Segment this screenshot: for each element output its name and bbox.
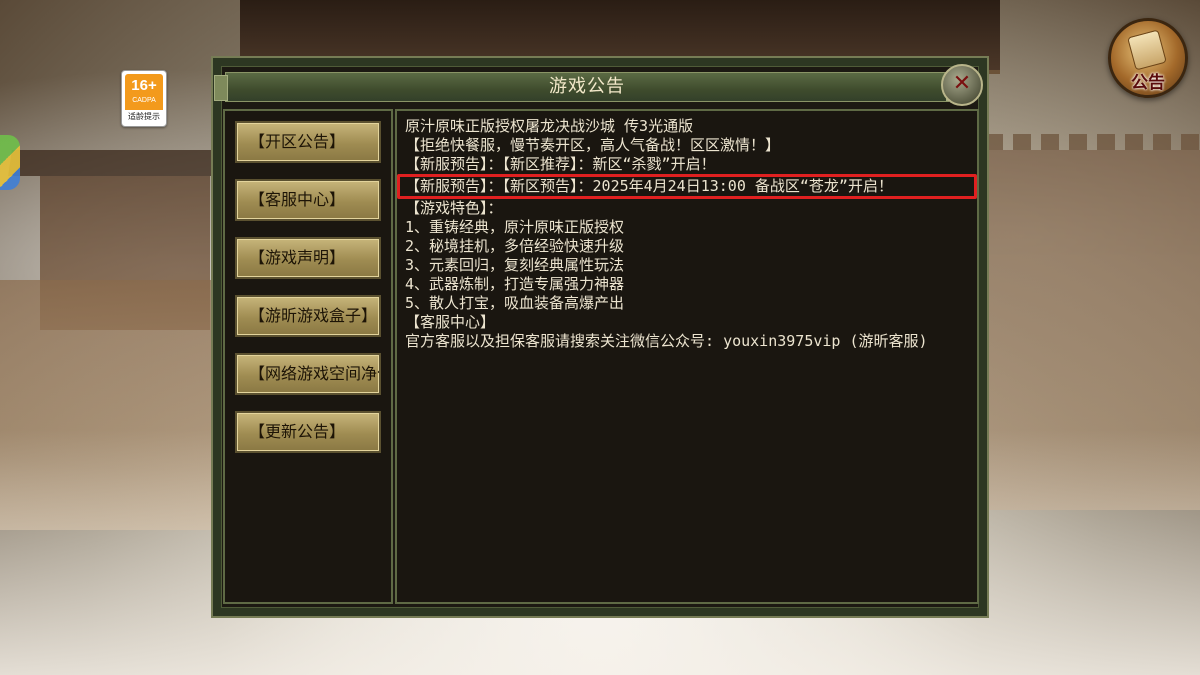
announcement-content: 原汁原味正版授权屠龙决战沙城 传3光通版 【拒绝快餐服，慢节奏开区，高人气备战！…: [395, 109, 979, 604]
age-rating-number: 16+: [131, 77, 157, 94]
feature-item: 5、散人打宝，吸血装备高爆产出: [405, 294, 625, 312]
content-line: 【拒绝快餐服，慢节奏开区，高人气备战！区区激情！】: [405, 136, 781, 154]
sidebar-item-game-box[interactable]: 【游昕游戏盒子】: [235, 295, 381, 337]
scroll-icon: [1127, 29, 1167, 71]
service-header: 【客服中心】: [405, 313, 496, 331]
features-header: 【游戏特色】：: [405, 199, 503, 217]
service-text: 官方客服以及担保客服请搜索关注微信公众号: youxin3975vip (游昕客…: [405, 332, 928, 350]
sidebar-item-network-purification[interactable]: 【网络游戏空间净化: [235, 353, 381, 395]
side-tab-icon[interactable]: [0, 135, 20, 190]
notice-button[interactable]: 公告: [1108, 18, 1188, 98]
content-line: 原汁原味正版授权屠龙决战沙城 传3光通版: [405, 117, 694, 135]
highlighted-announcement: 【新服预告】：【新区预告】：2025年4月24日13:00 备战区“苍龙”开启！: [397, 174, 977, 199]
announcement-text: 原汁原味正版授权屠龙决战沙城 传3光通版 【拒绝快餐服，慢节奏开区，高人气备战！…: [397, 117, 977, 351]
sidebar-item-open-server[interactable]: 【开区公告】: [235, 121, 381, 163]
close-button[interactable]: ✕: [941, 64, 983, 106]
feature-item: 2、秘境挂机，多倍经验快速升级: [405, 237, 625, 255]
close-icon: ✕: [952, 71, 972, 96]
age-rating-org: CADPA: [132, 97, 156, 104]
feature-item: 4、武器炼制，打造专属强力神器: [405, 275, 625, 293]
dialog-title-bar: 游戏公告: [214, 72, 960, 102]
announcement-dialog: 游戏公告 ✕ 【开区公告】 【客服中心】 【游戏声明】 【游昕游戏盒子】 【网络…: [211, 56, 989, 618]
age-rating-badge: 16+ CADPA 适龄提示: [121, 70, 167, 127]
feature-item: 3、元素回归，复刻经典属性玩法: [405, 256, 625, 274]
sidebar-item-game-statement[interactable]: 【游戏声明】: [235, 237, 381, 279]
content-line: 【新服预告】：【新区推荐】：新区“杀戮”开启！: [405, 155, 716, 173]
announcement-sidebar: 【开区公告】 【客服中心】 【游戏声明】 【游昕游戏盒子】 【网络游戏空间净化 …: [223, 109, 393, 604]
notice-button-label: 公告: [1131, 73, 1165, 93]
age-rating-panel: 16+ CADPA: [125, 74, 163, 110]
dialog-title: 游戏公告: [549, 76, 625, 97]
sidebar-item-customer-service[interactable]: 【客服中心】: [235, 179, 381, 221]
feature-item: 1、重铸经典，原汁原味正版授权: [405, 218, 625, 236]
sidebar-item-update-notice[interactable]: 【更新公告】: [235, 411, 381, 453]
age-rating-tip: 适龄提示: [128, 112, 160, 121]
